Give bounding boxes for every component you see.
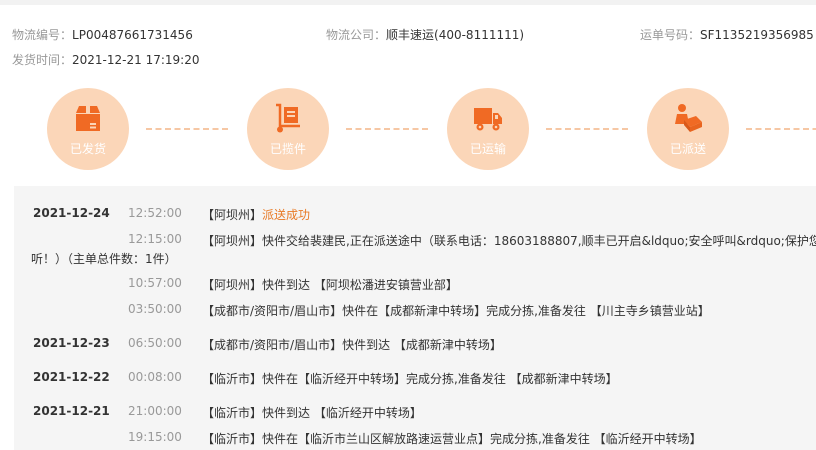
- top-divider: [0, 0, 816, 5]
- ship-time-label: 发货时间：: [12, 53, 73, 67]
- waybill-number-label: 运单号码：: [640, 28, 701, 42]
- track-time: 03:50:00: [128, 302, 182, 316]
- track-date: 2021-12-22: [33, 370, 110, 384]
- logistics-number-label: 物流编号：: [12, 28, 73, 42]
- progress-steps: 已发货 已揽件 已运输 已派送: [0, 88, 816, 170]
- step-in-transit: 已运输: [447, 88, 529, 170]
- truck-icon: [474, 107, 502, 130]
- track-time: 00:08:00: [128, 370, 182, 384]
- logistics-number: 物流编号：LP00487661731456: [12, 26, 193, 43]
- step-picked-up-circle: 已揽件: [247, 88, 329, 170]
- track-description: 【成都市/资阳市/眉山市】快件到达 【成都新津中转场】: [202, 338, 502, 352]
- track-description: 【临沂市】快件在【临沂经开中转场】完成分拣,准备发往 【成都新津中转场】: [202, 372, 618, 386]
- step-connector: [146, 128, 228, 130]
- track-time: 12:52:00: [128, 206, 182, 220]
- step-shipped-label: 已发货: [69, 141, 106, 156]
- logistics-company-label: 物流公司：: [326, 28, 387, 42]
- step-in-transit-label: 已运输: [469, 141, 506, 156]
- track-date: 2021-12-23: [33, 336, 110, 350]
- logistics-number-value: LP00487661731456: [72, 28, 193, 42]
- track-date: 2021-12-24: [33, 206, 110, 220]
- step-picked-up-label: 已揽件: [269, 141, 306, 156]
- logistics-company: 物流公司：顺丰速运(400-8111111): [326, 26, 524, 43]
- track-description-text: 【阿坝州】: [202, 208, 263, 222]
- track-description: 【成都市/资阳市/眉山市】快件在【成都新津中转场】完成分拣,准备发往 【川主寺乡…: [202, 304, 710, 318]
- track-time: 10:57:00: [128, 276, 182, 290]
- hand-truck-icon: [276, 103, 300, 132]
- track-description: 【临沂市】快件到达 【临沂经开中转场】: [202, 406, 422, 420]
- track-description: 【阿坝州】快件交给裴建民,正在派送途中（联系电话：18603188807,顺丰已…: [202, 234, 816, 248]
- track-date: 2021-12-21: [33, 404, 110, 418]
- track-description-wrap: 听！）（主单总件数：1件）: [31, 252, 177, 266]
- track-time: 12:15:00: [128, 232, 182, 246]
- step-in-transit-circle: 已运输: [447, 88, 529, 170]
- box-icon: [76, 105, 100, 131]
- track-time: 19:15:00: [128, 430, 182, 444]
- delivered-status: 派送成功: [262, 208, 311, 222]
- step-connector: [346, 128, 428, 130]
- ship-time-value: 2021-12-21 17:19:20: [72, 53, 200, 67]
- logistics-company-value: 顺丰速运(400-8111111): [386, 28, 525, 42]
- track-description: 【临沂市】快件在【临沂市兰山区解放路速运营业点】完成分拣,准备发往 【临沂经开中…: [202, 432, 702, 446]
- courier-icon: [675, 103, 702, 132]
- step-picked-up: 已揽件: [247, 88, 329, 170]
- waybill-number: 运单号码：SF1135219356985: [640, 26, 814, 43]
- step-connector: [546, 128, 628, 130]
- step-shipped: 已发货: [47, 88, 129, 170]
- step-shipped-circle: 已发货: [47, 88, 129, 170]
- waybill-number-value: SF1135219356985: [700, 28, 814, 42]
- track-description: 【阿坝州】快件到达 【阿坝松潘进安镇营业部】: [202, 278, 458, 292]
- tracking-list: 2021-12-24 12:52:00 【阿坝州】派送成功 12:15:00 【…: [14, 186, 816, 450]
- step-connector: [746, 128, 816, 130]
- step-delivering-label: 已派送: [669, 141, 706, 156]
- track-description: 【阿坝州】派送成功: [202, 206, 310, 223]
- ship-time: 发货时间：2021-12-21 17:19:20: [12, 51, 199, 68]
- step-delivering: 已派送: [647, 88, 729, 170]
- track-time: 06:50:00: [128, 336, 182, 350]
- track-time: 21:00:00: [128, 404, 182, 418]
- step-delivering-circle: 已派送: [647, 88, 729, 170]
